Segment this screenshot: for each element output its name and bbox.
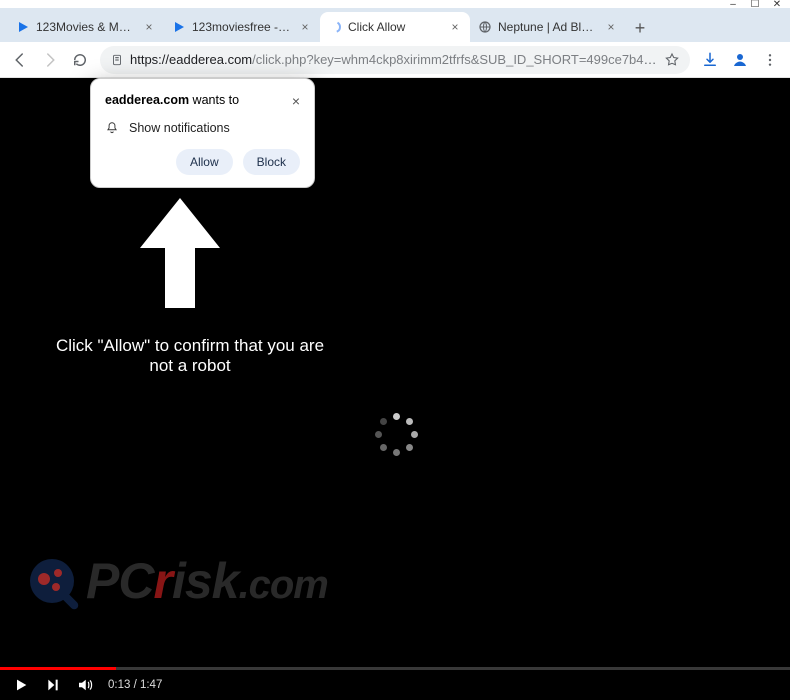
volume-button[interactable] [76, 676, 94, 694]
bookmark-star-icon[interactable] [664, 52, 680, 68]
block-button[interactable]: Block [243, 149, 300, 175]
permission-line: Show notifications [129, 121, 230, 135]
profile-button[interactable] [730, 50, 750, 70]
wm-pc: PC [86, 553, 153, 609]
spinner-small-icon [328, 20, 342, 34]
notification-permission-prompt: eadderea.com wants to × Show notificatio… [90, 78, 315, 188]
tab-1[interactable]: 123moviesfree - Watch Free F… × [164, 12, 320, 42]
watermark-text: PCrisk.com [86, 552, 328, 610]
loading-spinner-icon [375, 413, 419, 457]
bell-icon [105, 121, 119, 135]
url-domain: eadderea.com [169, 52, 252, 67]
toolbar: https://eadderea.com/click.php?key=whm4c… [0, 42, 790, 78]
more-menu-button[interactable] [760, 50, 780, 70]
plus-icon: + [635, 18, 646, 39]
magnifier-icon [30, 559, 74, 603]
play-triangle-icon [172, 20, 186, 34]
page-content: eadderea.com wants to × Show notificatio… [0, 78, 790, 700]
instruction-text: Click "Allow" to confirm that you are no… [50, 336, 330, 376]
next-button[interactable] [44, 676, 62, 694]
playback-time: 0:13 / 1:47 [108, 679, 162, 691]
wm-isk: isk [172, 553, 239, 609]
back-button[interactable] [10, 50, 30, 70]
wm-dotcom: .com [238, 563, 327, 607]
window-titlebar: – ☐ ✕ [0, 0, 790, 8]
permission-close-button[interactable]: × [292, 93, 300, 109]
window-minimize-button[interactable]: – [728, 0, 738, 9]
reload-button[interactable] [70, 50, 90, 70]
close-glyph: ✕ [773, 0, 781, 10]
downloads-button[interactable] [700, 50, 720, 70]
player-controls: 0:13 / 1:47 [0, 670, 790, 700]
tab-title: Click Allow [348, 20, 442, 34]
forward-button[interactable] [40, 50, 60, 70]
wm-r: r [153, 553, 171, 609]
minimize-glyph: – [730, 0, 736, 10]
tab-close-icon[interactable]: × [298, 20, 312, 34]
tab-0[interactable]: 123Movies & Movies123 – W… × [8, 12, 164, 42]
globe-icon [478, 20, 492, 34]
arrow-up-icon [135, 198, 225, 308]
tab-close-icon[interactable]: × [142, 20, 156, 34]
tab-strip: 123Movies & Movies123 – W… × 123moviesfr… [0, 8, 790, 42]
permission-wants-to: wants to [189, 93, 239, 107]
site-info-icon[interactable] [110, 53, 124, 67]
play-triangle-icon [16, 20, 30, 34]
permission-origin: eadderea.com wants to [105, 93, 239, 109]
permission-domain: eadderea.com [105, 93, 189, 107]
new-tab-button[interactable]: + [626, 14, 654, 42]
url-path: /click.php?key=whm4ckp8xirimm2tfrfs&SUB_… [252, 52, 658, 67]
play-button[interactable] [12, 676, 30, 694]
address-bar[interactable]: https://eadderea.com/click.php?key=whm4c… [100, 46, 690, 74]
tab-3[interactable]: Neptune | Ad Blocker × [470, 12, 626, 42]
tab-close-icon[interactable]: × [448, 20, 462, 34]
window-close-button[interactable]: ✕ [772, 0, 782, 9]
watermark: PCrisk.com [30, 552, 328, 610]
tab-title: 123Movies & Movies123 – W… [36, 20, 136, 34]
window-maximize-button[interactable]: ☐ [750, 0, 760, 9]
maximize-glyph: ☐ [751, 0, 760, 10]
tab-title: Neptune | Ad Blocker [498, 20, 598, 34]
tab-close-icon[interactable]: × [604, 20, 618, 34]
url-text: https://eadderea.com/click.php?key=whm4c… [130, 52, 658, 67]
tab-title: 123moviesfree - Watch Free F… [192, 20, 292, 34]
tab-2-active[interactable]: Click Allow × [320, 12, 470, 42]
url-protocol: https:// [130, 52, 169, 67]
allow-button[interactable]: Allow [176, 149, 233, 175]
